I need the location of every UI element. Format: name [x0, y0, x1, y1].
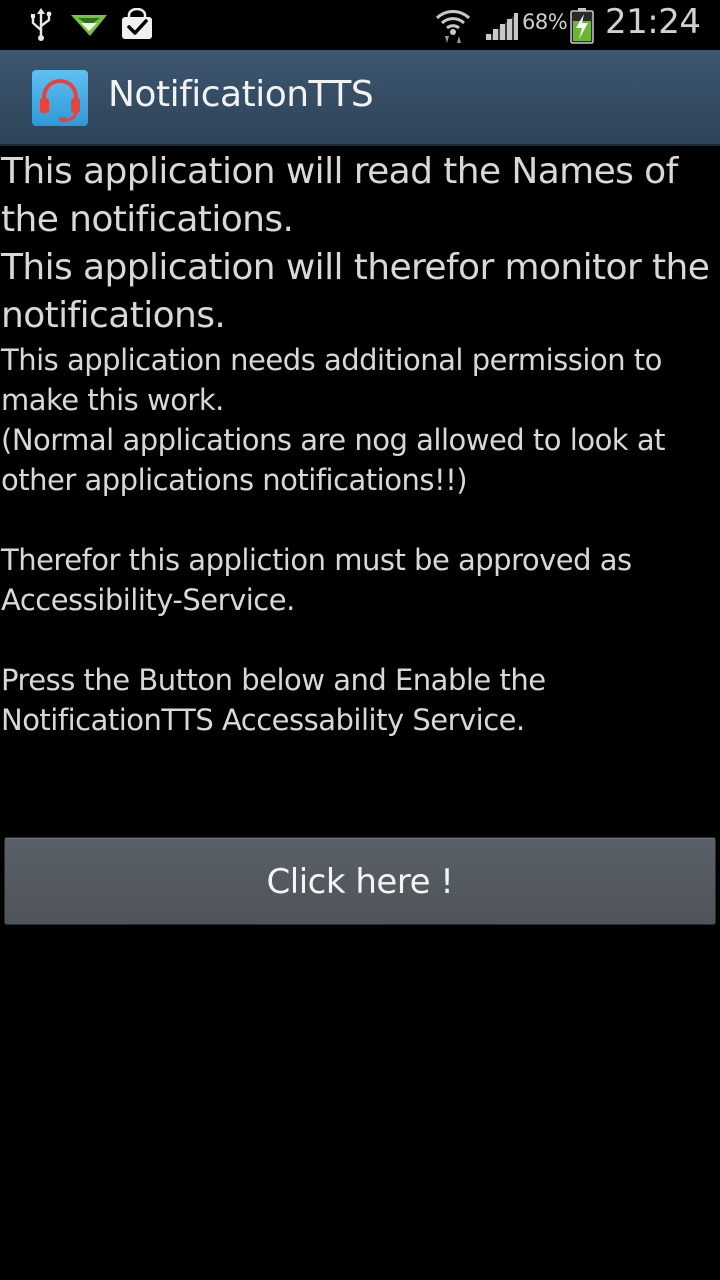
app-icon	[32, 70, 88, 126]
signal-icon	[486, 12, 518, 40]
accessibility-paragraph: Therefor this appliction must be approve…	[1, 543, 632, 617]
main-content: This application will read the Names of …	[0, 148, 720, 740]
intro-line-2: This application will therefor monitor t…	[1, 247, 710, 336]
battery-charging-icon	[570, 8, 594, 44]
battery-percentage: 68%	[522, 10, 568, 34]
intro-line-1: This application will read the Names of …	[1, 151, 678, 240]
app-title: NotificationTTS	[108, 74, 374, 115]
click-here-button[interactable]: Click here !	[4, 837, 716, 925]
play-store-update-icon	[122, 8, 152, 39]
permission-paragraph: This application needs additional permis…	[1, 343, 665, 497]
status-bar: 68% 21:24	[0, 0, 720, 50]
wifi-icon	[435, 10, 471, 43]
airdroid-icon	[71, 15, 107, 36]
usb-icon	[31, 8, 52, 41]
clock: 21:24	[605, 2, 701, 42]
instruction-paragraph: Press the Button below and Enable the No…	[1, 663, 546, 737]
action-bar: NotificationTTS	[0, 50, 720, 146]
headset-icon	[40, 79, 80, 122]
